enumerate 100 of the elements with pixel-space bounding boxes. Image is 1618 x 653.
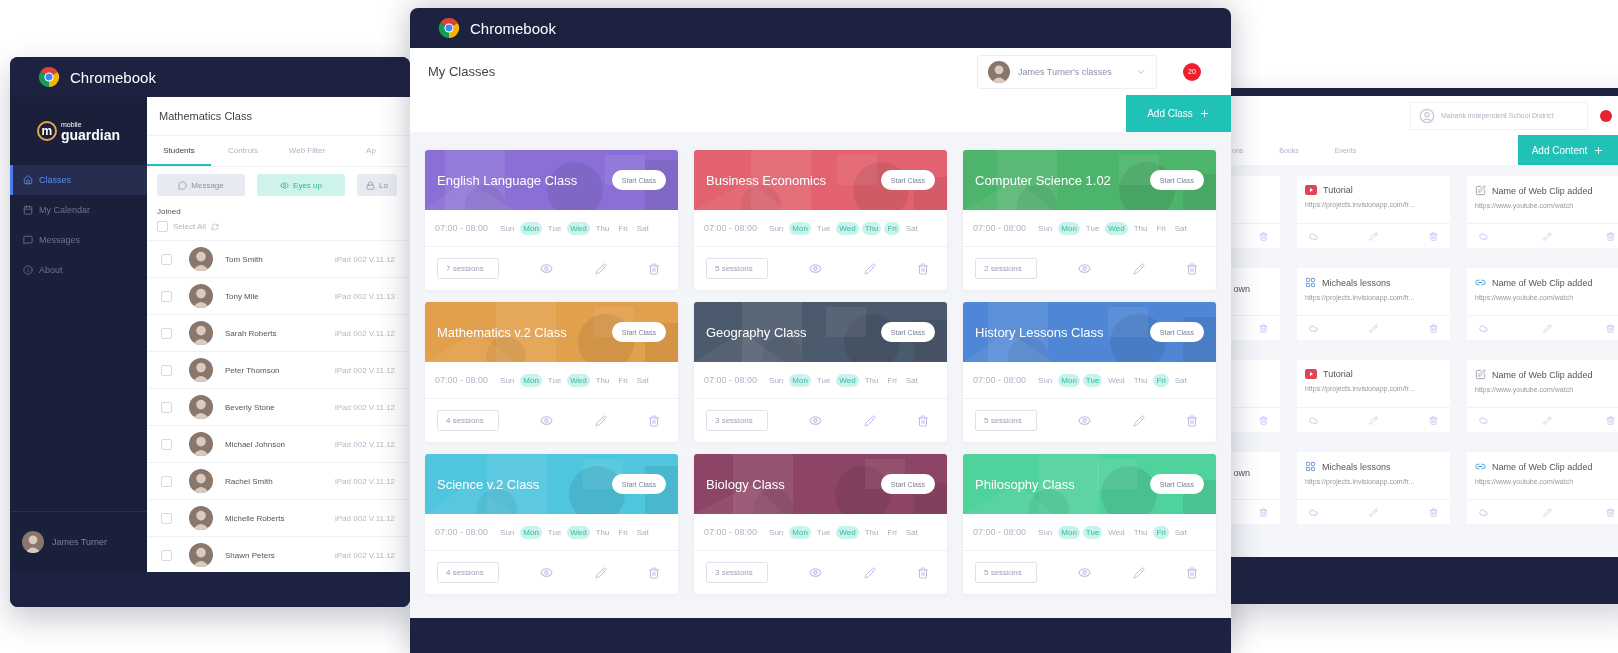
checkbox[interactable] xyxy=(161,327,172,339)
class-name: Computer Science 1.02 xyxy=(975,172,1111,188)
pencil-icon[interactable] xyxy=(1132,262,1145,275)
pencil-icon[interactable] xyxy=(863,566,876,579)
logo-text: guardian xyxy=(60,127,121,142)
cloud-icon[interactable] xyxy=(1309,231,1318,241)
trash-icon[interactable] xyxy=(1429,231,1438,241)
pencil-icon[interactable] xyxy=(863,414,876,427)
trash-icon[interactable] xyxy=(1186,262,1198,275)
eye-icon[interactable] xyxy=(1078,414,1092,427)
cloud-icon[interactable] xyxy=(1479,507,1488,517)
video-icon xyxy=(1305,369,1317,379)
trash-icon[interactable] xyxy=(1429,415,1438,425)
trash-icon[interactable] xyxy=(917,262,929,275)
pencil-icon[interactable] xyxy=(1132,414,1145,427)
day-label: Tue xyxy=(815,526,832,539)
nav-item[interactable]: Messages xyxy=(10,225,147,255)
card-title: own xyxy=(1233,284,1250,294)
day-label: Sun xyxy=(768,526,785,539)
time-range: 07:00 - 08:00 xyxy=(973,375,1027,385)
user-icon xyxy=(1419,107,1435,124)
nav-item[interactable]: About xyxy=(10,255,147,285)
select-all-label: Select All xyxy=(173,222,206,231)
checkbox[interactable] xyxy=(161,253,172,265)
trash-icon[interactable] xyxy=(1429,323,1438,333)
device-label: iPad 002 V.11.12 xyxy=(335,328,396,338)
eye-icon[interactable] xyxy=(1078,566,1092,579)
trash-icon[interactable] xyxy=(1186,566,1198,579)
tab[interactable]: Ap xyxy=(339,136,403,166)
eye-icon[interactable] xyxy=(809,262,823,275)
action-button[interactable]: Eyes up xyxy=(257,174,345,196)
trash-icon[interactable] xyxy=(1259,323,1268,333)
pencil-icon[interactable] xyxy=(594,414,607,427)
trash-icon[interactable] xyxy=(1259,507,1268,517)
trash-icon[interactable] xyxy=(1606,507,1615,517)
trash-icon[interactable] xyxy=(1606,415,1615,425)
pencil-icon[interactable] xyxy=(1132,566,1145,579)
cloud-icon[interactable] xyxy=(1479,323,1488,333)
checkbox[interactable] xyxy=(157,221,168,232)
class-picker[interactable]: James Turner's classes xyxy=(977,54,1157,89)
day-label: Sat xyxy=(904,526,919,539)
tab[interactable]: Students xyxy=(147,136,211,166)
day-label: Mon xyxy=(789,221,811,235)
cloud-icon[interactable] xyxy=(1309,415,1318,425)
cloud-icon[interactable] xyxy=(1309,323,1318,333)
pencil-icon[interactable] xyxy=(1369,415,1378,425)
checkbox[interactable] xyxy=(161,512,172,524)
trash-icon[interactable] xyxy=(648,414,660,427)
eye-icon[interactable] xyxy=(540,414,554,427)
trash-icon[interactable] xyxy=(1186,414,1198,427)
class-name: Philosophy Class xyxy=(975,476,1075,492)
cloud-icon[interactable] xyxy=(1479,415,1488,425)
pencil-icon[interactable] xyxy=(1369,231,1378,241)
checkbox[interactable] xyxy=(161,401,172,413)
checkbox[interactable] xyxy=(161,290,172,302)
checkbox[interactable] xyxy=(161,475,172,487)
trash-icon[interactable] xyxy=(1429,507,1438,517)
trash-icon[interactable] xyxy=(1259,415,1268,425)
tab[interactable]: Controls xyxy=(211,136,275,166)
eye-icon[interactable] xyxy=(809,414,823,427)
trash-icon[interactable] xyxy=(917,566,929,579)
eye-icon[interactable] xyxy=(1078,262,1092,275)
add-content-button[interactable]: Add Content xyxy=(1518,135,1618,165)
info-icon xyxy=(23,265,33,275)
eye-icon[interactable] xyxy=(540,262,554,275)
action-button[interactable]: Lo xyxy=(357,174,397,196)
day-label: Fri xyxy=(1153,373,1169,387)
pencil-icon[interactable] xyxy=(1542,323,1552,333)
action-button[interactable]: Message xyxy=(157,174,245,196)
nav-item[interactable]: My Calendar xyxy=(10,195,147,225)
refresh-icon[interactable] xyxy=(210,222,219,231)
day-label: Tue xyxy=(1082,525,1103,539)
trash-icon[interactable] xyxy=(1259,231,1268,241)
pencil-icon[interactable] xyxy=(594,262,607,275)
day-label: Sat xyxy=(1173,526,1188,539)
cloud-icon[interactable] xyxy=(1309,507,1318,517)
nav-item[interactable]: Classes xyxy=(10,165,147,195)
trash-icon[interactable] xyxy=(648,566,660,579)
add-class-button[interactable]: Add Class xyxy=(1126,95,1231,132)
pencil-icon[interactable] xyxy=(863,262,876,275)
trash-icon[interactable] xyxy=(648,262,660,275)
day-label: Mon xyxy=(789,525,811,539)
pencil-icon[interactable] xyxy=(1542,415,1552,425)
pencil-icon[interactable] xyxy=(1542,507,1552,517)
checkbox[interactable] xyxy=(161,438,172,450)
eye-icon[interactable] xyxy=(809,566,823,579)
cloud-icon[interactable] xyxy=(1479,231,1488,241)
tab[interactable]: Web Filter xyxy=(275,136,339,166)
pencil-icon[interactable] xyxy=(1369,507,1378,517)
pencil-icon[interactable] xyxy=(594,566,607,579)
checkbox[interactable] xyxy=(161,364,172,376)
sessions-tag: 2 sessions xyxy=(975,258,1037,279)
trash-icon[interactable] xyxy=(1606,323,1615,333)
pencil-icon[interactable] xyxy=(1369,323,1378,333)
trash-icon[interactable] xyxy=(1606,231,1615,241)
eye-icon[interactable] xyxy=(540,566,554,579)
checkbox[interactable] xyxy=(161,549,172,561)
pencil-icon[interactable] xyxy=(1542,231,1552,241)
trash-icon[interactable] xyxy=(917,414,929,427)
day-label: Mon xyxy=(789,373,811,387)
